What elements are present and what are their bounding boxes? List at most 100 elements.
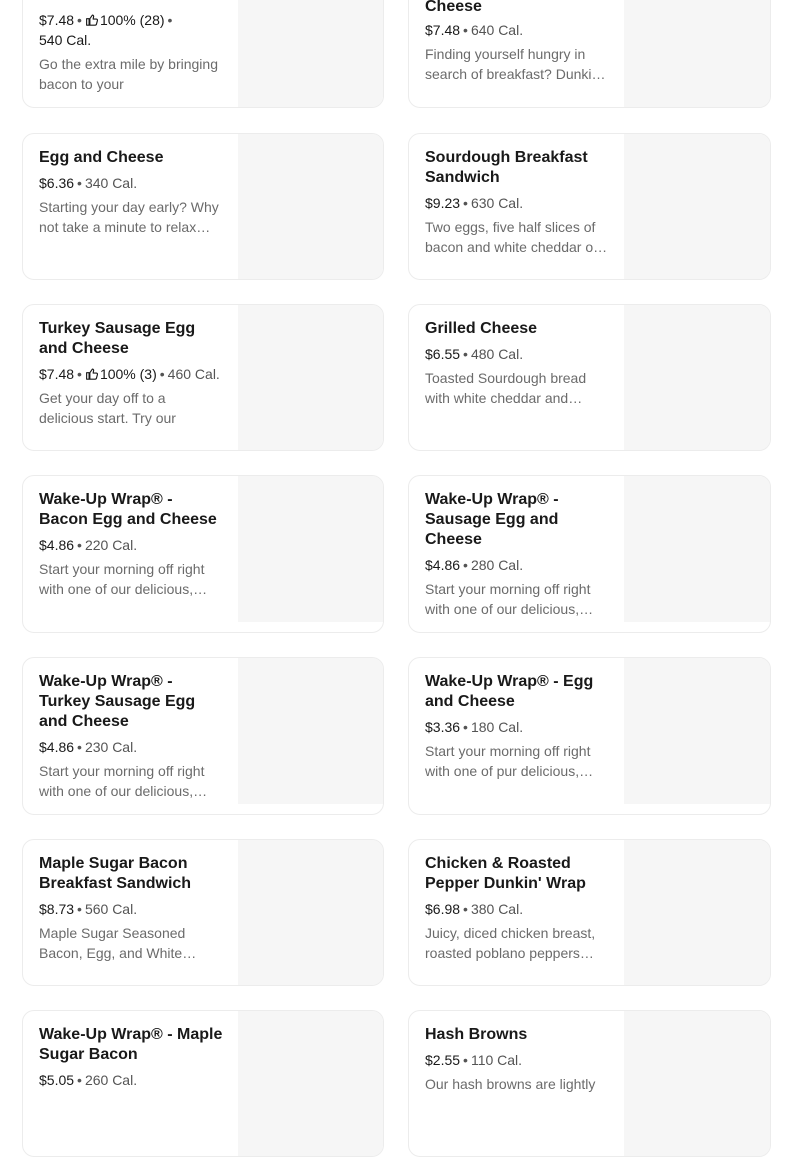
menu-item-title: Turkey Sausage Egg and Cheese: [39, 320, 196, 357]
menu-item-price: $7.48: [39, 12, 75, 28]
menu-item-image: [624, 840, 770, 985]
menu-item-image: [624, 658, 770, 804]
menu-item-description: Start your morning off right with one of…: [39, 561, 208, 597]
menu-item-title: Grilled Cheese: [425, 320, 538, 337]
menu-item-calories: 560 Cal.: [84, 901, 138, 917]
menu-item-card[interactable]: Wake-Up Wrap® - Maple Sugar Bacon $5.05 •…: [22, 1010, 384, 1157]
menu-item-title: Sourdough Breakfast Sandwich: [425, 149, 588, 186]
menu-item-calories: 460 Cal.: [167, 366, 220, 382]
menu-item-price: $8.73: [39, 901, 75, 917]
menu-item-description: Start your morning off right with one of…: [425, 581, 594, 617]
menu-item-price: $4.86: [39, 537, 75, 553]
menu-item-card[interactable]: Wake-Up Wrap® - Sausage Egg and Cheese $…: [408, 475, 771, 633]
menu-item-title: Wake-Up Wrap® - Bacon Egg and Cheese: [39, 491, 217, 528]
menu-item-card[interactable]: Wake-Up Wrap® - Egg and Cheese $3.36 • 180…: [408, 657, 771, 815]
menu-item-description: Juicy, diced chicken breast, roasted pob…: [425, 925, 596, 961]
menu-item-card[interactable]: Sourdough Breakfast Sandwich $9.23 • 630 C…: [408, 133, 771, 280]
menu-item-image: [238, 134, 383, 279]
menu-item-card[interactable]: Maple Sugar Bacon Breakfast Sandwich $8.…: [22, 839, 384, 986]
menu-item-meta: $6.98 • 380 Cal.: [425, 901, 524, 917]
menu-item-calories: 640 Cal.: [470, 22, 524, 38]
menu-item-title: Cheese: [425, 0, 482, 15]
menu-item-image: [624, 134, 770, 279]
menu-item-image: [624, 1011, 770, 1156]
menu-item-image: [624, 476, 770, 622]
menu-item-image: [238, 476, 383, 622]
menu-item-calories: 180 Cal.: [470, 719, 524, 735]
menu-item-card[interactable]: Wake-Up Wrap® - Turkey Sausage Egg and C…: [22, 657, 384, 815]
menu-item-calories: 380 Cal.: [470, 901, 524, 917]
menu-item-image: [238, 1011, 383, 1156]
menu-item-card[interactable]: Turkey Sausage Egg and Cheese $7.48 • 100%…: [22, 304, 384, 451]
menu-item-title: Wake-Up Wrap® - Turkey Sausage Egg and C…: [39, 673, 196, 730]
menu-item-price: $2.55: [425, 1052, 461, 1068]
menu-item-rating: 100% (28): [99, 12, 165, 28]
menu-item-title: Wake-Up Wrap® - Egg and Cheese: [425, 673, 594, 710]
menu-item-price: $7.48: [425, 22, 461, 38]
menu-item-card[interactable]: Cheese $7.48 • 640 Cal. Finding yourself h…: [408, 0, 771, 108]
menu-item-meta: $9.23 • 630 Cal.: [425, 195, 524, 211]
menu-item-calories: 110 Cal.: [470, 1052, 523, 1068]
menu-item-card[interactable]: Hash Browns $2.55 • 110 Cal. Our hash brow…: [408, 1010, 771, 1157]
menu-item-calories: 340 Cal.: [84, 175, 138, 191]
thumbs-up-icon: [86, 14, 98, 26]
menu-item-price: $6.98: [425, 901, 461, 917]
menu-item-meta: $6.36 • 340 Cal.: [39, 175, 138, 191]
menu-item-meta: $5.05 • 260 Cal.: [39, 1072, 138, 1088]
thumbs-up-icon: [86, 368, 98, 380]
menu-item-card[interactable]: Egg and Cheese $6.36 • 340 Cal. Starting y…: [22, 133, 384, 280]
menu-item-card[interactable]: Chicken & Roasted Pepper Dunkin' Wrap $6…: [408, 839, 771, 986]
menu-item-card[interactable]: Wake-Up Wrap® - Bacon Egg and Cheese $4.…: [22, 475, 384, 633]
menu-item-calories: 280 Cal.: [470, 557, 524, 573]
menu-item-meta: $6.55 • 480 Cal.: [425, 346, 524, 362]
menu-item-description: Toasted Sourdough bread with white chedd…: [425, 370, 587, 406]
menu-item-title: Wake-Up Wrap® - Maple Sugar Bacon: [39, 1026, 223, 1063]
menu-item-meta: $2.55 • 110 Cal.: [425, 1052, 523, 1068]
menu-item-rating: 100% (3): [99, 366, 157, 382]
menu-item-price: $6.36: [39, 175, 75, 191]
menu-item-title: Maple Sugar Bacon Breakfast Sandwich: [39, 855, 192, 892]
menu-item-image: [624, 305, 770, 450]
menu-item-image: [238, 0, 383, 107]
menu-item-title: Wake-Up Wrap® - Sausage Egg and Cheese: [425, 491, 559, 548]
menu-item-price: $5.05: [39, 1072, 75, 1088]
menu-item-meta: $7.48 • 100% (28) •: [39, 12, 173, 28]
menu-item-calories: 480 Cal.: [470, 346, 524, 362]
menu-item-image: [238, 305, 383, 450]
menu-item-price: $4.86: [39, 739, 75, 755]
menu-item-meta: $4.86 • 220 Cal.: [39, 537, 138, 553]
menu-item-description: Finding yourself hungry in search of bre…: [425, 46, 606, 82]
menu-item-calories: 220 Cal.: [84, 537, 138, 553]
menu-item-calories: 230 Cal.: [84, 739, 138, 755]
menu-item-card[interactable]: Grilled Cheese $6.55 • 480 Cal. Toasted So…: [408, 304, 771, 451]
menu-item-title: Hash Browns: [425, 1026, 528, 1043]
menu-item-description: Starting your day early? Why not take a …: [39, 199, 219, 235]
menu-item-meta: $8.73 • 560 Cal.: [39, 901, 138, 917]
menu-item-price: $7.48: [39, 366, 75, 382]
menu-item-title: Egg and Cheese: [39, 149, 164, 166]
menu-item-meta: $7.48 • 100% (3) • 460 Cal.: [39, 366, 220, 382]
menu-item-meta: $7.48 • 640 Cal.: [425, 22, 524, 38]
menu-item-calories: 630 Cal.: [470, 195, 524, 211]
menu-item-description: Our hash browns are lightly: [425, 1076, 596, 1092]
menu-item-meta: $4.86 • 230 Cal.: [39, 739, 138, 755]
menu-item-title: Chicken & Roasted Pepper Dunkin' Wrap: [425, 855, 586, 892]
menu-item-description: Get your day off to a delicious start. T…: [39, 390, 176, 426]
menu-item-price: $3.36: [425, 719, 461, 735]
menu-item-card[interactable]: $7.48 • 100% (28) • 540 Cal. Go the extra m…: [22, 0, 384, 108]
menu-item-calories: 260 Cal.: [84, 1072, 138, 1088]
menu-item-description: Maple Sugar Seasoned Bacon, Egg, and Whi…: [39, 925, 197, 961]
menu-item-meta: $4.86 • 280 Cal.: [425, 557, 524, 573]
menu-item-calories: 540 Cal.: [39, 32, 92, 48]
menu-item-description: Start your morning off right with one of…: [425, 743, 594, 779]
menu-item-meta: $3.36 • 180 Cal.: [425, 719, 524, 735]
menu-item-description: Go the extra mile by bringing bacon to y…: [39, 56, 218, 92]
menu-item-price: $9.23: [425, 195, 461, 211]
menu-item-image: [624, 0, 770, 107]
menu-item-description: Two eggs, five half slices of bacon and …: [425, 219, 608, 255]
menu-item-image: [238, 840, 383, 985]
menu-item-price: $6.55: [425, 346, 461, 362]
menu-item-price: $4.86: [425, 557, 461, 573]
menu-item-image: [238, 658, 383, 804]
menu-item-description: Start your morning off right with one of…: [39, 763, 208, 799]
